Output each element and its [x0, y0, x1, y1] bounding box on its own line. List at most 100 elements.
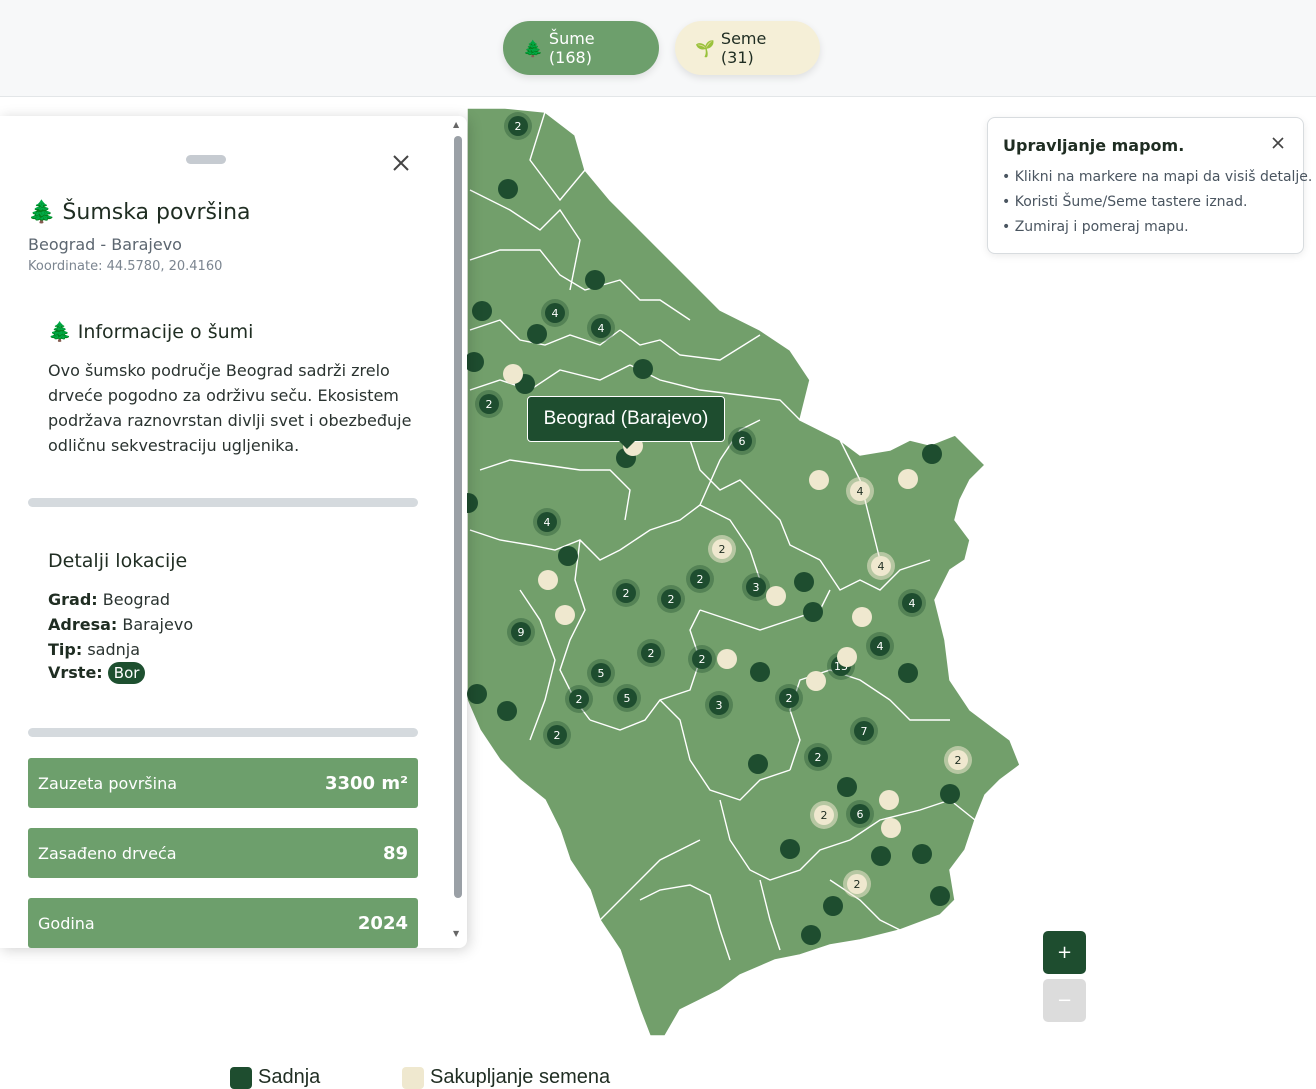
cluster-count: 3	[753, 581, 760, 594]
marker-tooltip: Beograd (Barajevo)	[527, 396, 725, 442]
cluster-marker-planting[interactable]: 3	[742, 573, 770, 601]
stat-label: Godina	[38, 913, 95, 933]
cluster-marker-planting[interactable]: 2	[543, 721, 571, 749]
info-description: Ovo šumsko područje Beograd sadrži zrelo…	[48, 361, 412, 455]
cluster-marker-planting[interactable]: 2	[565, 685, 593, 713]
cluster-count: 4	[544, 516, 551, 529]
cluster-count: 4	[598, 322, 605, 335]
cluster-marker-planting[interactable]: 5	[587, 659, 615, 687]
tooltip-arrow	[619, 441, 635, 449]
seeds-filter-button[interactable]: 🌱 Seme (31)	[675, 21, 820, 75]
cluster-marker-planting[interactable]: 2	[688, 645, 716, 673]
cluster-marker-planting[interactable]: 3	[705, 691, 733, 719]
detail-label: Tip:	[48, 640, 83, 659]
cluster-marker-planting[interactable]: 2	[657, 585, 685, 613]
location-section-title: Detalji lokacije	[48, 550, 188, 572]
stat-value: 89	[382, 842, 408, 864]
cluster-marker-planting[interactable]: 2	[504, 112, 532, 140]
cluster-marker-planting[interactable]: 6	[728, 427, 756, 455]
divider	[28, 728, 418, 737]
cluster-marker-planting[interactable]: 2	[775, 684, 803, 712]
cluster-marker-seed[interactable]: 2	[843, 870, 871, 898]
stat-value: 3300 m²	[324, 772, 408, 794]
cluster-count: 4	[877, 640, 884, 653]
zoom-in-button[interactable]: +	[1043, 931, 1086, 974]
detail-label: Vrste:	[48, 663, 103, 682]
legend-seed-label: Sakupljanje semena	[430, 1066, 611, 1088]
help-line: • Klikni na markere na mapi da visiš det…	[1002, 169, 1313, 185]
detail-city: Grad: Beograd	[48, 590, 170, 609]
cluster-count: 7	[861, 725, 868, 738]
cluster-marker-planting[interactable]: 4	[541, 299, 569, 327]
cluster-marker-seed[interactable]: 2	[944, 746, 972, 774]
details-panel: 🌲 Šumska površina Beograd - Barajevo Koo…	[0, 116, 467, 948]
stat-trees-planted: Zasađeno drveća 89	[28, 828, 418, 878]
stat-value: 2024	[357, 912, 408, 934]
seeds-filter-label: Seme (31)	[720, 29, 767, 67]
cluster-count: 2	[576, 693, 583, 706]
detail-label: Adresa:	[48, 615, 118, 634]
cluster-count: 2	[786, 692, 793, 705]
cluster-marker-planting[interactable]: 4	[866, 632, 894, 660]
cluster-marker-planting[interactable]: 2	[637, 639, 665, 667]
legend-seed: Sakupljanje semena	[402, 1066, 610, 1089]
close-icon[interactable]	[1270, 135, 1286, 151]
cluster-count: 3	[716, 699, 723, 712]
scroll-up-arrow-icon[interactable]: ▲	[453, 120, 459, 129]
cluster-marker-planting[interactable]: 5	[613, 684, 641, 712]
stat-occupied-area: Zauzeta površina 3300 m²	[28, 758, 418, 808]
cluster-marker-seed[interactable]: 4	[846, 477, 874, 505]
cluster-count: 6	[857, 808, 864, 821]
help-line: • Koristi Šume/Seme tastere iznad.	[1002, 194, 1248, 210]
help-line: • Zumiraj i pomeraj mapu.	[1002, 219, 1189, 235]
detail-value: Beograd	[102, 590, 171, 609]
cluster-marker-planting[interactable]: 4	[533, 508, 561, 536]
cluster-marker-planting[interactable]: 2	[686, 565, 714, 593]
cluster-marker-planting[interactable]: 4	[898, 589, 926, 617]
drag-handle[interactable]	[186, 155, 226, 164]
detail-label: Grad:	[48, 590, 98, 609]
cluster-count: 2	[854, 878, 861, 891]
legend-planting-label: Sadnja	[258, 1066, 321, 1088]
cluster-count: 2	[623, 587, 630, 600]
zoom-out-button[interactable]: −	[1043, 979, 1086, 1022]
forests-filter-button[interactable]: 🌲 Šume (168)	[503, 21, 659, 75]
legend-seed-swatch	[402, 1066, 424, 1089]
info-section-title: 🌲 Informacije o šumi	[48, 320, 253, 343]
scrollbar-thumb[interactable]	[454, 136, 462, 898]
cluster-marker-planting[interactable]: 2	[804, 743, 832, 771]
close-icon[interactable]	[388, 150, 414, 176]
tree-icon: 🌲	[523, 38, 543, 58]
panel-title-text: Šumska površina	[62, 200, 251, 225]
cluster-marker-planting[interactable]: 7	[850, 717, 878, 745]
tree-icon: 🌲	[28, 200, 56, 225]
cluster-count: 2	[699, 653, 706, 666]
cluster-count: 2	[815, 751, 822, 764]
cluster-count: 2	[554, 729, 561, 742]
scroll-down-arrow-icon[interactable]: ▼	[453, 929, 459, 938]
cluster-marker-planting[interactable]: 2	[612, 579, 640, 607]
species-tag: Bor	[107, 662, 146, 684]
detail-value: Barajevo	[122, 615, 194, 634]
cluster-count: 2	[719, 543, 726, 556]
cluster-marker-planting[interactable]: 6	[846, 800, 874, 828]
cluster-marker-seed[interactable]: 4	[867, 552, 895, 580]
detail-address: Adresa: Barajevo	[48, 615, 193, 634]
cluster-marker-planting[interactable]: 4	[587, 314, 615, 342]
divider	[28, 498, 418, 507]
cluster-marker-seed[interactable]: 2	[810, 801, 838, 829]
cluster-marker-planting[interactable]: 2	[475, 390, 503, 418]
tree-icon: 🌲	[48, 321, 72, 343]
cluster-marker-planting[interactable]: 9	[507, 618, 535, 646]
cluster-count: 2	[648, 647, 655, 660]
cluster-count: 2	[697, 573, 704, 586]
cluster-marker-seed[interactable]: 2	[708, 535, 736, 563]
forests-filter-label: Šume (168)	[548, 29, 595, 67]
cluster-count: 4	[552, 307, 559, 320]
map-help-card: Upravljanje mapom. • Klikni na markere n…	[987, 117, 1312, 254]
cluster-count: 4	[878, 560, 885, 573]
cluster-count: 2	[668, 593, 675, 606]
cluster-count: 2	[515, 120, 522, 133]
top-toolbar: 🌲 Šume (168) 🌱 Seme (31)	[0, 0, 1316, 97]
stat-label: Zauzeta površina	[38, 773, 178, 793]
